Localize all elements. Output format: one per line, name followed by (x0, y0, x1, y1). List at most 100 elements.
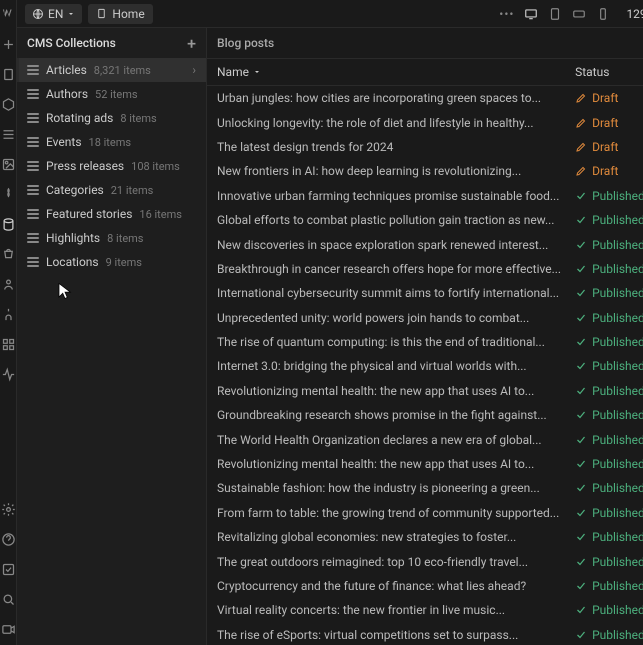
table-row[interactable]: Unprecedented unity: world powers join h… (207, 306, 643, 330)
apps-icon[interactable] (0, 336, 16, 352)
row-status: Draft (575, 91, 643, 105)
table-row[interactable]: Unlocking longevity: the role of diet an… (207, 110, 643, 134)
column-name[interactable]: Name (217, 65, 569, 79)
collection-item[interactable]: Rotating ads8 items (17, 106, 206, 130)
tablet-landscape-icon[interactable] (572, 7, 586, 21)
table-row[interactable]: New discoveries in space exploration spa… (207, 232, 643, 256)
table-row[interactable]: Breakthrough in cancer research offers h… (207, 257, 643, 281)
add-collection-button[interactable]: + (187, 34, 196, 53)
row-title: Cryptocurrency and the future of finance… (217, 579, 575, 593)
row-status: Draft (575, 164, 643, 178)
table-row[interactable]: Revitalizing global economies: new strat… (207, 525, 643, 549)
left-toolbar (0, 0, 17, 645)
collection-count: 52 items (95, 88, 138, 101)
collection-item[interactable]: Highlights8 items (17, 226, 206, 250)
chevron-down-icon (253, 68, 261, 76)
more-icon[interactable]: ••• (499, 7, 514, 21)
cms-icon[interactable] (0, 216, 16, 232)
video-icon[interactable] (0, 621, 16, 637)
table-row[interactable]: Revolutionizing mental health: the new a… (207, 379, 643, 403)
collection-name: Events (46, 135, 82, 149)
collections-panel: CMS Collections + Articles8,321 items›Au… (17, 28, 207, 645)
check-icon (575, 604, 587, 616)
table-row[interactable]: The great outdoors reimagined: top 10 ec… (207, 549, 643, 573)
check-icon (575, 287, 587, 299)
tablet-icon[interactable] (548, 7, 562, 21)
search-icon[interactable] (0, 591, 16, 607)
collection-count: 108 items (131, 160, 180, 173)
table-row[interactable]: New frontiers in AI: how deep learning i… (207, 159, 643, 183)
collections-list: Articles8,321 items›Authors52 itemsRotat… (17, 58, 206, 645)
row-status: Published (575, 213, 643, 227)
table-row[interactable]: Groundbreaking research shows promise in… (207, 403, 643, 427)
pages-icon[interactable] (0, 66, 16, 82)
check-icon (575, 409, 587, 421)
check-icon (575, 507, 587, 519)
desktop-icon[interactable] (524, 7, 538, 21)
assets-icon[interactable] (0, 156, 16, 172)
row-status: Published (575, 335, 643, 349)
table-row[interactable]: Sustainable fashion: how the industry is… (207, 476, 643, 500)
collection-item[interactable]: Locations9 items (17, 250, 206, 274)
table-row[interactable]: Cryptocurrency and the future of finance… (207, 574, 643, 598)
row-title: Global efforts to combat plastic polluti… (217, 213, 575, 227)
collection-item[interactable]: Events18 items (17, 130, 206, 154)
table-row[interactable]: Global efforts to combat plastic polluti… (207, 208, 643, 232)
row-title: Revolutionizing mental health: the new a… (217, 457, 575, 471)
check-icon (575, 360, 587, 372)
collection-item[interactable]: Featured stories16 items (17, 202, 206, 226)
entries-title: Blog posts (217, 36, 274, 50)
help-icon[interactable] (0, 531, 16, 547)
collection-name: Categories (46, 183, 104, 197)
check-icon (575, 458, 587, 470)
column-status[interactable]: Status (575, 65, 643, 79)
logic-icon[interactable] (0, 306, 16, 322)
collection-item[interactable]: Authors52 items (17, 82, 206, 106)
row-title: Groundbreaking research shows promise in… (217, 408, 575, 422)
table-row[interactable]: From farm to table: the growing trend of… (207, 501, 643, 525)
row-status: Published (575, 628, 643, 642)
row-status: Draft (575, 116, 643, 130)
activity-icon[interactable] (0, 366, 16, 382)
table-row[interactable]: Innovative urban farming techniques prom… (207, 184, 643, 208)
table-row[interactable]: International cybersecurity summit aims … (207, 281, 643, 305)
logo-icon[interactable] (0, 6, 16, 22)
row-status: Published (575, 408, 643, 422)
row-title: New discoveries in space exploration spa… (217, 238, 575, 252)
table-row[interactable]: The rise of eSports: virtual competition… (207, 623, 643, 645)
row-title: Unlocking longevity: the role of diet an… (217, 116, 575, 130)
audit-icon[interactable] (0, 561, 16, 577)
collection-item[interactable]: Categories21 items (17, 178, 206, 202)
language-selector[interactable]: EN (25, 4, 82, 24)
row-title: Internet 3.0: bridging the physical and … (217, 359, 575, 373)
check-icon (575, 434, 587, 446)
home-breadcrumb[interactable]: Home (88, 4, 152, 24)
collection-count: 8 items (120, 112, 156, 125)
row-title: Breakthrough in cancer research offers h… (217, 262, 575, 276)
table-row[interactable]: Urban jungles: how cities are incorporat… (207, 86, 643, 110)
entries-rows: Urban jungles: how cities are incorporat… (207, 86, 643, 645)
add-icon[interactable] (0, 36, 16, 52)
table-row[interactable]: Revolutionizing mental health: the new a… (207, 452, 643, 476)
row-status: Published (575, 384, 643, 398)
components-icon[interactable] (0, 96, 16, 112)
table-row[interactable]: The latest design trends for 2024Draft (207, 135, 643, 159)
row-title: The latest design trends for 2024 (217, 140, 575, 154)
topbar: EN Home ••• 1291 PX (17, 0, 643, 28)
row-title: Sustainable fashion: how the industry is… (217, 481, 575, 495)
table-row[interactable]: Virtual reality concerts: the new fronti… (207, 598, 643, 622)
variables-icon[interactable] (0, 126, 16, 142)
users-icon[interactable] (0, 276, 16, 292)
styles-icon[interactable] (0, 186, 16, 202)
mobile-icon[interactable] (596, 7, 610, 21)
collection-item[interactable]: Articles8,321 items› (17, 58, 206, 82)
table-row[interactable]: The rise of quantum computing: is this t… (207, 330, 643, 354)
table-row[interactable]: Internet 3.0: bridging the physical and … (207, 354, 643, 378)
collection-item[interactable]: Press releases 108 items (17, 154, 206, 178)
ecommerce-icon[interactable] (0, 246, 16, 262)
table-row[interactable]: The World Health Organization declares a… (207, 427, 643, 451)
collection-name: Press releases (46, 159, 124, 173)
settings-icon[interactable] (0, 501, 16, 517)
row-status: Published (575, 238, 643, 252)
stack-icon (27, 257, 39, 267)
